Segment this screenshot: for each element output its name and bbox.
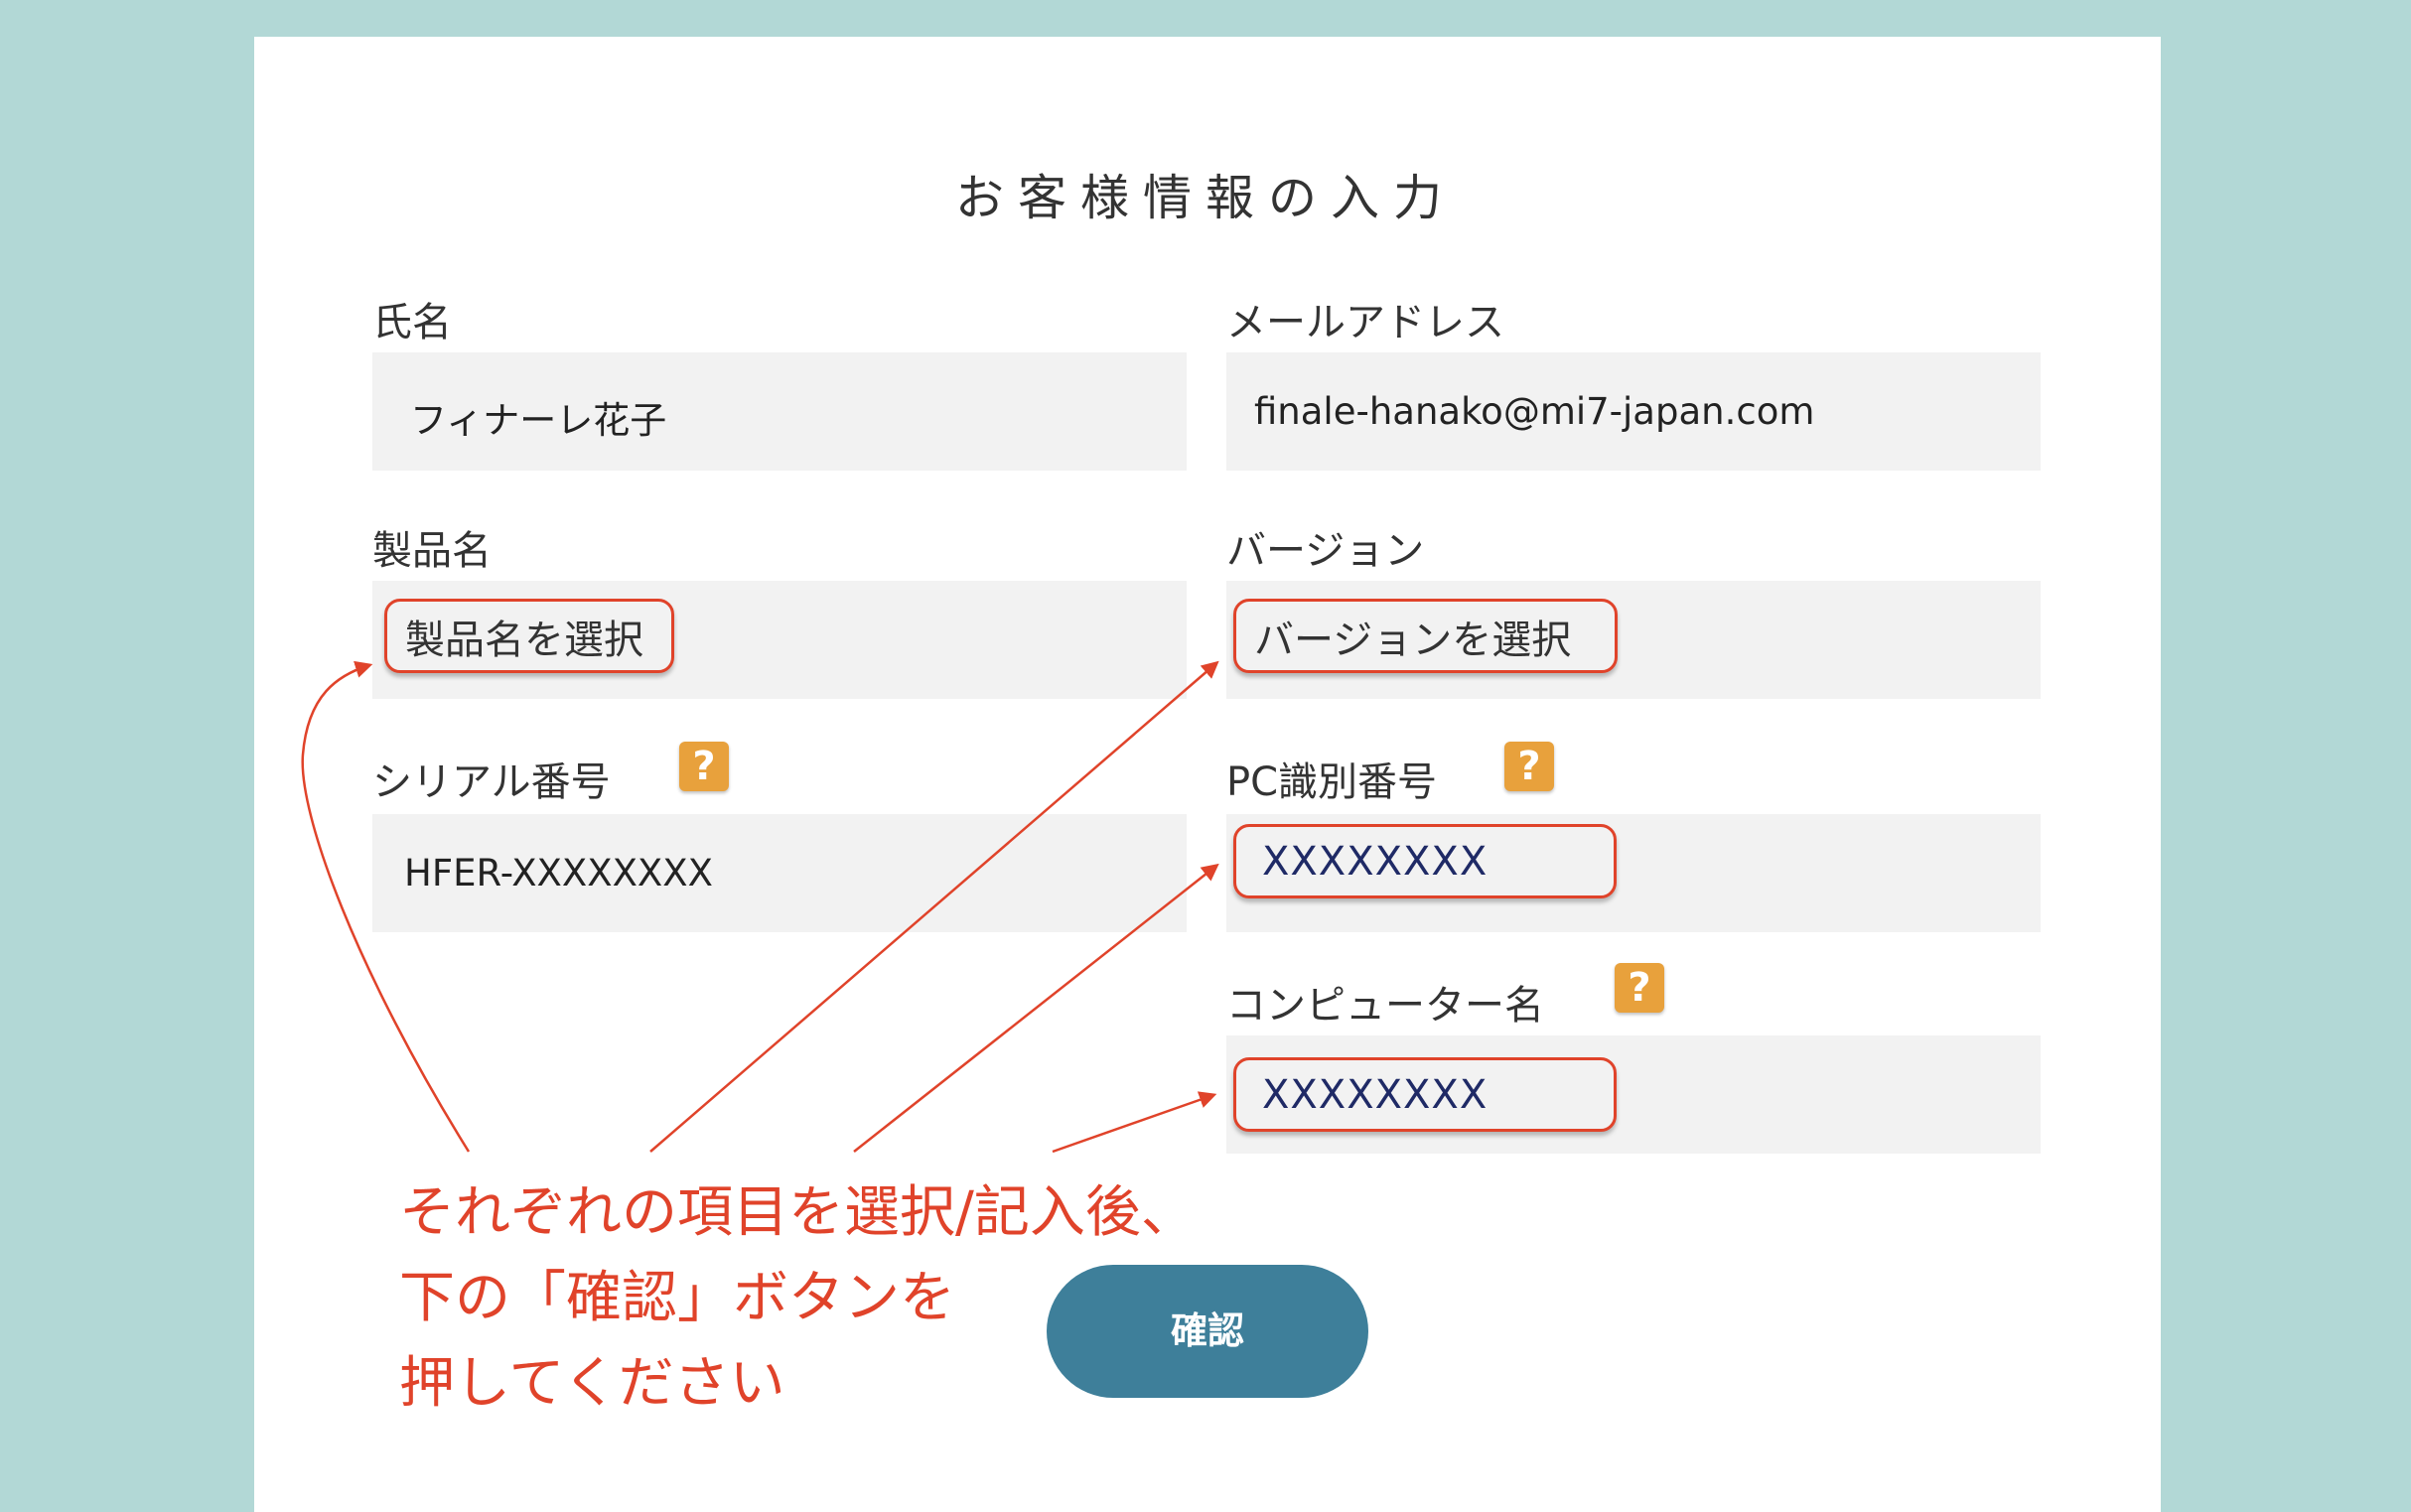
arrow-to-product [301, 660, 471, 1153]
arrow-to-pc-id [853, 863, 1219, 1153]
arrow-to-version [649, 660, 1219, 1153]
arrow-to-computer-name [1052, 1091, 1217, 1154]
annotation-arrows [301, 660, 1219, 1154]
